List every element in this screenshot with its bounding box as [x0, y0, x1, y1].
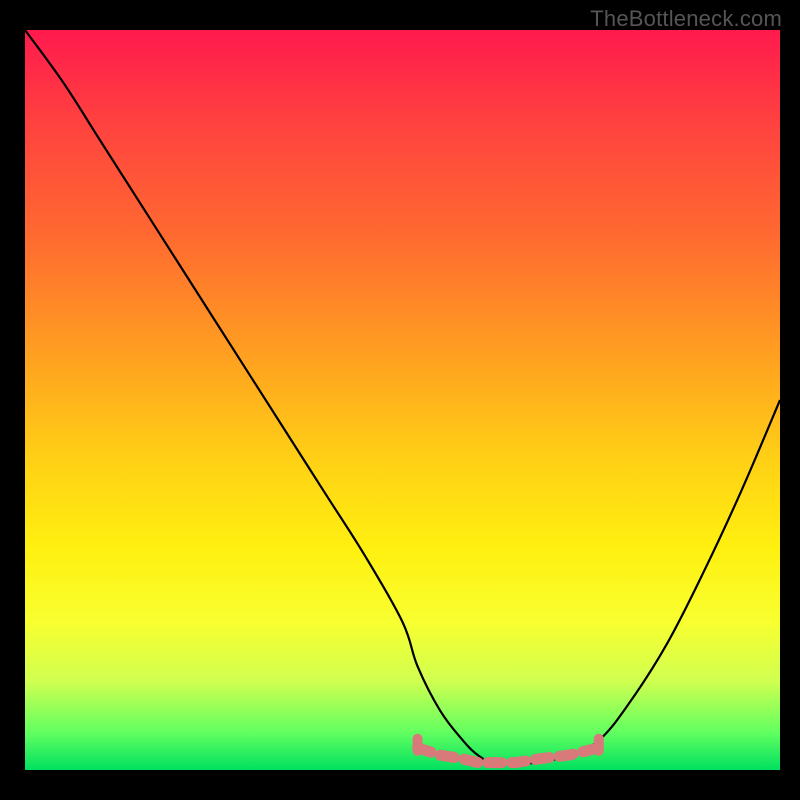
- chart-svg: [25, 30, 780, 770]
- bottleneck-curve: [25, 30, 780, 763]
- optimal-band-left-cap: [413, 734, 423, 756]
- chart-plot-area: [25, 30, 780, 770]
- optimal-band-path: [418, 748, 599, 763]
- watermark-text: TheBottleneck.com: [590, 6, 782, 32]
- chart-frame: TheBottleneck.com: [0, 0, 800, 800]
- optimal-band-markers: [413, 734, 604, 763]
- optimal-band-right-cap: [594, 734, 604, 756]
